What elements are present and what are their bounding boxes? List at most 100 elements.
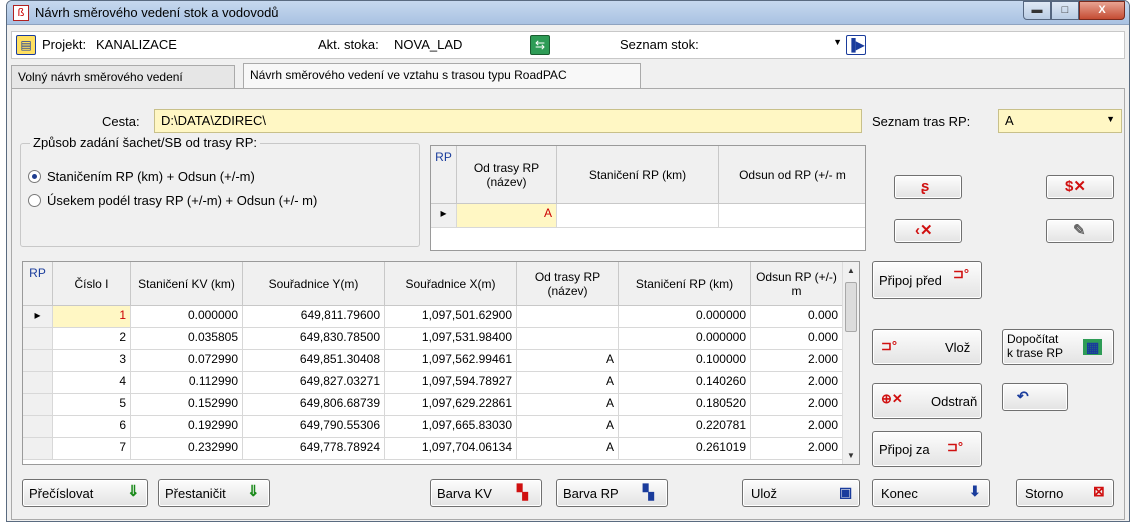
- cancel-button[interactable]: Storno ⊠: [1016, 479, 1114, 507]
- cell-rp-name[interactable]: A: [517, 350, 619, 372]
- sewer-list-select[interactable]: ▼: [716, 35, 844, 55]
- row-marker[interactable]: ▸: [23, 306, 53, 328]
- cell-y[interactable]: 649,778.78924: [243, 438, 385, 460]
- color-kv-button[interactable]: Barva KV ▚: [430, 479, 542, 507]
- recalc-button[interactable]: Dopočítat k trase RP ▦: [1002, 329, 1114, 365]
- cell-x[interactable]: 1,097,562.99461: [385, 350, 517, 372]
- delete-button[interactable]: ⊕✕ Odstraň: [872, 383, 982, 419]
- delete-route-button[interactable]: $✕: [1046, 175, 1114, 199]
- row-marker[interactable]: [23, 350, 53, 372]
- cell-station-kv[interactable]: 0.112990: [131, 372, 243, 394]
- cell-rp-offset[interactable]: 2.000: [751, 416, 843, 438]
- tab-roadpac-design[interactable]: Návrh směrového vedení ve vztahu s traso…: [243, 63, 641, 89]
- row-marker[interactable]: [23, 438, 53, 460]
- rp-grid-header-station[interactable]: Staničení RP (km): [557, 146, 719, 204]
- cell-station-kv[interactable]: 0.152990: [131, 394, 243, 416]
- cell-rp-name[interactable]: A: [517, 416, 619, 438]
- rp-grid-cell-name[interactable]: A: [457, 204, 557, 228]
- draw-route-button[interactable]: ʂ: [894, 175, 962, 199]
- main-grid-header-y[interactable]: Souřadnice Y(m): [243, 262, 385, 306]
- attach-before-button[interactable]: Připoj před ⊐°: [872, 261, 982, 299]
- cell-rp-name[interactable]: A: [517, 394, 619, 416]
- cell-rp-station[interactable]: 0.261019: [619, 438, 751, 460]
- maximize-button[interactable]: □: [1051, 1, 1079, 20]
- cell-rp-station[interactable]: 0.000000: [619, 306, 751, 328]
- cell-number[interactable]: 7: [53, 438, 131, 460]
- cell-y[interactable]: 649,830.78500: [243, 328, 385, 350]
- row-marker[interactable]: [23, 372, 53, 394]
- cell-rp-station[interactable]: 0.220781: [619, 416, 751, 438]
- cell-x[interactable]: 1,097,629.22861: [385, 394, 517, 416]
- path-input[interactable]: D:\DATA\ZDIREC\: [154, 109, 862, 133]
- exit-button[interactable]: Konec ⬇: [872, 479, 990, 507]
- cell-rp-offset[interactable]: 0.000: [751, 328, 843, 350]
- color-rp-button[interactable]: Barva RP ▚: [556, 479, 668, 507]
- cell-number[interactable]: 5: [53, 394, 131, 416]
- cell-rp-offset[interactable]: 2.000: [751, 438, 843, 460]
- cell-rp-offset[interactable]: 2.000: [751, 350, 843, 372]
- cell-rp-name[interactable]: A: [517, 372, 619, 394]
- rp-grid-header-name[interactable]: Od trasy RP (název): [457, 146, 557, 204]
- clear-rp-button[interactable]: ‹✕: [894, 219, 962, 243]
- row-marker[interactable]: [23, 328, 53, 350]
- cell-rp-station[interactable]: 0.000000: [619, 328, 751, 350]
- sewer-picker-icon[interactable]: ⇆: [530, 35, 550, 55]
- renumber-button[interactable]: Přečíslovat ⇓: [22, 479, 148, 507]
- cell-y[interactable]: 649,806.68739: [243, 394, 385, 416]
- radio-stationing[interactable]: Staničením RP (km) + Odsun (+/-m): [28, 169, 255, 184]
- insert-button[interactable]: ⊐° Vlož: [872, 329, 982, 365]
- main-grid-scrollbar[interactable]: ▲ ▼: [842, 262, 859, 464]
- main-grid-header-x[interactable]: Souřadnice X(m): [385, 262, 517, 306]
- cell-rp-offset[interactable]: 2.000: [751, 372, 843, 394]
- cell-number[interactable]: 2: [53, 328, 131, 350]
- cell-x[interactable]: 1,097,594.78927: [385, 372, 517, 394]
- attach-after-button[interactable]: Připoj za ⊐°: [872, 431, 982, 467]
- scroll-up-icon[interactable]: ▲: [843, 262, 859, 279]
- cell-rp-offset[interactable]: 2.000: [751, 394, 843, 416]
- project-icon[interactable]: ▤: [16, 35, 36, 55]
- cell-station-kv[interactable]: 0.000000: [131, 306, 243, 328]
- cell-x[interactable]: 1,097,665.83030: [385, 416, 517, 438]
- cell-number[interactable]: 3: [53, 350, 131, 372]
- cell-rp-offset[interactable]: 0.000: [751, 306, 843, 328]
- cell-number[interactable]: 1: [53, 306, 131, 328]
- row-marker[interactable]: [23, 416, 53, 438]
- cell-station-kv[interactable]: 0.232990: [131, 438, 243, 460]
- cell-rp-station[interactable]: 0.140260: [619, 372, 751, 394]
- rp-grid-cell-station[interactable]: [557, 204, 719, 228]
- cell-rp-station[interactable]: 0.100000: [619, 350, 751, 372]
- cell-station-kv[interactable]: 0.072990: [131, 350, 243, 372]
- radio-segment[interactable]: Úsekem podél trasy RP (+/-m) + Odsun (+/…: [28, 193, 317, 208]
- cell-y[interactable]: 649,851.30408: [243, 350, 385, 372]
- cell-y[interactable]: 649,811.79600: [243, 306, 385, 328]
- cell-station-kv[interactable]: 0.035805: [131, 328, 243, 350]
- cell-station-kv[interactable]: 0.192990: [131, 416, 243, 438]
- rp-grid-cell-offset[interactable]: [719, 204, 865, 228]
- minimize-button[interactable]: ▬: [1023, 1, 1051, 20]
- close-button[interactable]: X: [1079, 1, 1125, 20]
- scroll-down-icon[interactable]: ▼: [843, 447, 859, 464]
- save-button[interactable]: Ulož ▣: [742, 479, 860, 507]
- main-grid-header-rp-offset[interactable]: Odsun RP (+/-) m: [751, 262, 843, 306]
- rp-routes-select[interactable]: A ▼: [998, 109, 1122, 133]
- main-grid-header-station-kv[interactable]: Staničení KV (km): [131, 262, 243, 306]
- cell-x[interactable]: 1,097,531.98400: [385, 328, 517, 350]
- undo-button[interactable]: ↶: [1002, 383, 1068, 411]
- tab-free-design[interactable]: Volný návrh směrového vedení: [11, 65, 235, 89]
- cell-y[interactable]: 649,790.55306: [243, 416, 385, 438]
- cell-number[interactable]: 6: [53, 416, 131, 438]
- cell-rp-name[interactable]: A: [517, 438, 619, 460]
- cell-x[interactable]: 1,097,704.06134: [385, 438, 517, 460]
- restation-button[interactable]: Přestaničit ⇓: [158, 479, 270, 507]
- cell-y[interactable]: 649,827.03271: [243, 372, 385, 394]
- rp-grid-header-offset[interactable]: Odsun od RP (+/- m: [719, 146, 865, 204]
- main-grid-header-rp-station[interactable]: Staničení RP (km): [619, 262, 751, 306]
- cell-rp-name[interactable]: [517, 328, 619, 350]
- sewer-export-icon[interactable]: ▐▶: [846, 35, 866, 55]
- main-grid-header-number[interactable]: Číslo I: [53, 262, 131, 306]
- cell-number[interactable]: 4: [53, 372, 131, 394]
- main-grid-header-rp-name[interactable]: Od trasy RP (název): [517, 262, 619, 306]
- cell-rp-name[interactable]: [517, 306, 619, 328]
- scroll-thumb[interactable]: [845, 282, 857, 332]
- row-marker[interactable]: [23, 394, 53, 416]
